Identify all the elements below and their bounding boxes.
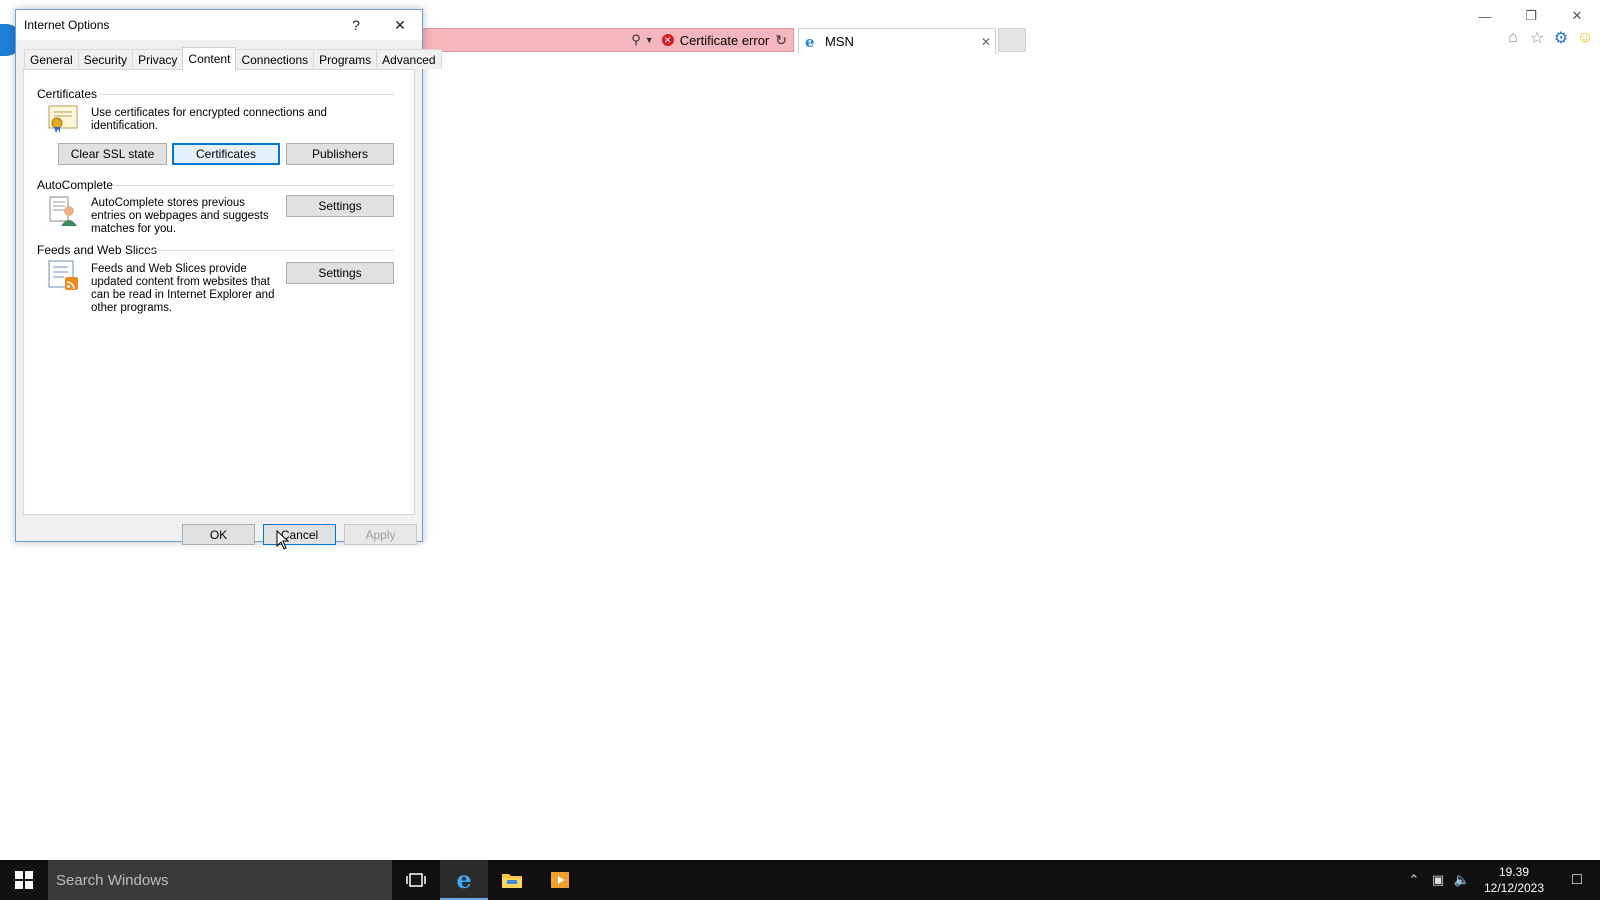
feeds-icon	[46, 258, 80, 292]
autocomplete-settings-button[interactable]: Settings	[286, 195, 394, 217]
certificates-group-heading: Certificates	[37, 87, 97, 101]
clock[interactable]: 19.39 12/12/2023	[1474, 864, 1554, 896]
windows-logo-icon	[15, 871, 33, 889]
taskbar-search-input[interactable]: Search Windows	[48, 860, 392, 900]
ok-button[interactable]: OK	[182, 524, 255, 545]
tab-security[interactable]: Security	[77, 49, 134, 69]
tab-close-icon[interactable]: ✕	[977, 35, 995, 49]
action-center-icon[interactable]: □	[1554, 871, 1600, 889]
minimize-icon[interactable]: —	[1462, 4, 1508, 28]
dialog-tabs: General Security Privacy Content Connect…	[24, 47, 442, 70]
file-explorer-taskbar-button[interactable]	[488, 860, 536, 900]
volume-muted-icon[interactable]: 🔈	[1450, 872, 1474, 888]
network-icon[interactable]: ▣	[1426, 872, 1450, 888]
clock-time: 19.39	[1498, 865, 1530, 879]
apply-button: Apply	[344, 524, 417, 545]
feedback-smiley-icon[interactable]: ☺	[1576, 28, 1594, 48]
refresh-icon[interactable]: ↻	[775, 32, 787, 49]
help-button[interactable]: ?	[334, 10, 378, 40]
feeds-settings-button[interactable]: Settings	[286, 262, 394, 284]
tab-general[interactable]: General	[24, 49, 79, 69]
window-controls: — ❐ ✕	[1462, 4, 1600, 28]
autocomplete-icon	[46, 194, 80, 228]
certificate-icon	[46, 101, 80, 135]
media-player-icon	[551, 872, 569, 888]
dialog-titlebar[interactable]: Internet Options ? ✕	[16, 10, 422, 40]
autocomplete-group-heading: AutoComplete	[37, 178, 113, 192]
media-player-taskbar-button[interactable]	[536, 860, 584, 900]
task-view-button[interactable]	[392, 860, 440, 900]
certificate-error-label[interactable]: Certificate error	[680, 33, 770, 48]
internet-explorer-taskbar-button[interactable]: e	[440, 860, 488, 900]
tab-advanced[interactable]: Advanced	[376, 49, 442, 69]
address-bar[interactable]: ⚲ ▼ ✕ Certificate error ↻	[416, 28, 794, 52]
publishers-button[interactable]: Publishers	[286, 143, 394, 165]
divider	[146, 250, 394, 251]
ie-tab-icon: e	[805, 32, 815, 51]
autocomplete-description: AutoComplete stores previous entries on …	[91, 197, 269, 235]
content-tab-panel: Certificates Use certificates for encryp…	[23, 69, 415, 515]
internet-options-dialog: Internet Options ? ✕ General Security Pr…	[15, 9, 442, 545]
close-window-icon[interactable]: ✕	[1554, 4, 1600, 28]
taskbar: Search Windows e ⌃ ▣ 🔈 19.39 12/12/2023 …	[0, 860, 1600, 900]
folder-icon	[502, 874, 522, 888]
feeds-heading-text: Feeds and Web Slices	[37, 243, 157, 257]
autocomplete-heading-text: AutoComplete	[37, 178, 114, 192]
browser-tab[interactable]: e MSN ✕	[798, 28, 996, 54]
task-view-icon	[406, 873, 426, 887]
favorites-icon[interactable]: ☆	[1528, 28, 1546, 48]
restore-icon[interactable]: ❐	[1508, 4, 1554, 28]
start-button[interactable]	[0, 860, 48, 900]
clear-ssl-state-button[interactable]: Clear SSL state	[58, 143, 167, 165]
divider	[112, 185, 394, 186]
dialog-close-icon[interactable]: ✕	[378, 10, 422, 40]
tab-content[interactable]: Content	[182, 47, 237, 70]
tab-programs[interactable]: Programs	[313, 49, 378, 69]
internet-explorer-icon: e	[456, 864, 472, 894]
search-icon[interactable]: ⚲	[631, 32, 641, 48]
cancel-button[interactable]: Cancel	[263, 524, 336, 545]
divider	[100, 94, 394, 95]
tab-connections[interactable]: Connections	[235, 49, 315, 69]
dialog-title: Internet Options	[24, 18, 110, 32]
gear-icon[interactable]: ⚙	[1552, 28, 1570, 48]
feeds-description: Feeds and Web Slices provide updated con…	[91, 263, 275, 314]
show-hidden-icons-chevron-icon[interactable]: ⌃	[1402, 872, 1426, 888]
certificates-button[interactable]: Certificates	[172, 143, 280, 165]
system-tray: ⌃ ▣ 🔈 19.39 12/12/2023 □	[1402, 860, 1600, 900]
new-tab-button[interactable]	[998, 28, 1026, 52]
certificates-heading-text: Certificates	[37, 87, 98, 101]
certificates-description: Use certificates for encrypted connectio…	[91, 107, 327, 132]
tab-privacy[interactable]: Privacy	[132, 49, 184, 69]
toolbar-icons: ⌂ ☆ ⚙ ☺	[1504, 28, 1594, 48]
certificate-error-icon[interactable]: ✕	[661, 34, 674, 46]
home-icon[interactable]: ⌂	[1504, 28, 1522, 48]
clock-date: 12/12/2023	[1483, 881, 1545, 895]
feeds-group-heading: Feeds and Web Slices	[37, 243, 157, 257]
dropdown-arrow-icon[interactable]: ▼	[645, 35, 654, 45]
tab-title: MSN	[825, 34, 854, 49]
